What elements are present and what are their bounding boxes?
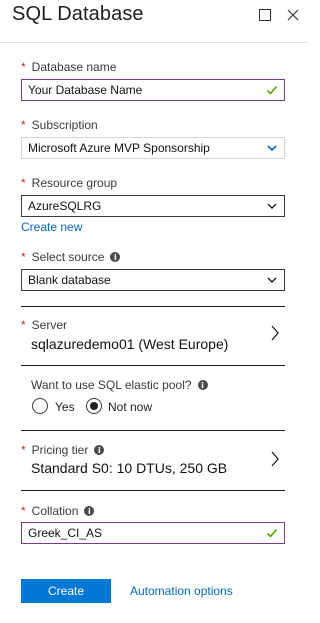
required-marker: * xyxy=(21,176,26,190)
server-label-text: Server xyxy=(31,318,68,332)
info-icon[interactable]: i xyxy=(94,445,105,455)
subscription-select[interactable]: Microsoft Azure MVP Sponsorship xyxy=(21,137,285,159)
check-icon xyxy=(266,85,278,95)
chevron-right-icon xyxy=(271,451,279,467)
resource-group-select[interactable]: AzureSQLRG xyxy=(21,195,285,217)
required-marker: * xyxy=(21,504,26,518)
required-marker: * xyxy=(21,118,26,132)
resource-group-label: * Resource group xyxy=(21,176,117,190)
resource-group-value: AzureSQLRG xyxy=(28,199,102,213)
info-icon[interactable]: i xyxy=(197,380,208,390)
database-name-value: Your Database Name xyxy=(28,83,143,97)
elastic-pool-yes-radio[interactable] xyxy=(32,398,48,414)
check-icon xyxy=(266,528,278,538)
required-marker: * xyxy=(21,443,26,457)
select-source-select[interactable]: Blank database xyxy=(21,269,285,291)
resource-group-label-text: Resource group xyxy=(31,176,118,190)
maximize-button[interactable] xyxy=(256,6,274,24)
server-value: sqlazuredemo01 (West Europe) xyxy=(31,336,229,352)
maximize-icon xyxy=(259,9,271,21)
required-marker: * xyxy=(21,318,26,332)
chevron-down-icon xyxy=(267,203,277,209)
required-marker: * xyxy=(21,250,26,264)
elastic-pool-no-radio[interactable] xyxy=(86,398,102,414)
close-button[interactable] xyxy=(284,6,302,24)
elastic-pool-yes-label[interactable]: Yes xyxy=(55,400,75,414)
collation-value: Greek_CI_AS xyxy=(28,526,103,540)
section-divider xyxy=(21,490,285,491)
info-icon[interactable]: i xyxy=(84,506,95,516)
select-source-label: * Select source i xyxy=(21,250,121,264)
subscription-label-text: Subscription xyxy=(31,118,98,132)
chevron-down-icon xyxy=(267,277,277,283)
info-icon[interactable]: i xyxy=(110,252,121,262)
header-divider xyxy=(0,42,309,43)
blade-header: SQL Database xyxy=(0,0,309,32)
automation-options-link[interactable]: Automation options xyxy=(130,584,233,598)
create-new-link[interactable]: Create new xyxy=(21,220,82,234)
section-divider xyxy=(21,365,285,366)
elastic-pool-label-text: Want to use SQL elastic pool? xyxy=(31,378,192,392)
chevron-right-icon xyxy=(271,325,279,341)
section-divider xyxy=(21,430,285,431)
database-name-label: * Database name xyxy=(21,60,116,74)
chevron-down-icon xyxy=(267,145,277,152)
page-title: SQL Database xyxy=(12,3,144,25)
close-icon xyxy=(287,9,299,21)
collation-label-text: Collation xyxy=(31,504,79,518)
select-source-value: Blank database xyxy=(28,273,111,287)
database-name-field[interactable]: Your Database Name xyxy=(21,79,285,101)
elastic-pool-no-label[interactable]: Not now xyxy=(108,400,152,414)
elastic-pool-label: Want to use SQL elastic pool? i xyxy=(31,378,208,392)
server-label: * Server xyxy=(21,318,67,332)
pricing-tier-label: * Pricing tier i xyxy=(21,443,105,457)
subscription-label: * Subscription xyxy=(21,118,98,132)
select-source-label-text: Select source xyxy=(31,250,105,264)
create-button[interactable]: Create xyxy=(21,579,111,603)
pricing-tier-value: Standard S0: 10 DTUs, 250 GB xyxy=(31,460,228,476)
pricing-tier-label-text: Pricing tier xyxy=(31,443,89,457)
subscription-value: Microsoft Azure MVP Sponsorship xyxy=(28,141,210,155)
required-marker: * xyxy=(21,60,26,74)
collation-field[interactable]: Greek_CI_AS xyxy=(21,522,285,544)
database-name-label-text: Database name xyxy=(31,60,117,74)
collation-label: * Collation i xyxy=(21,504,95,518)
section-divider xyxy=(21,306,285,307)
